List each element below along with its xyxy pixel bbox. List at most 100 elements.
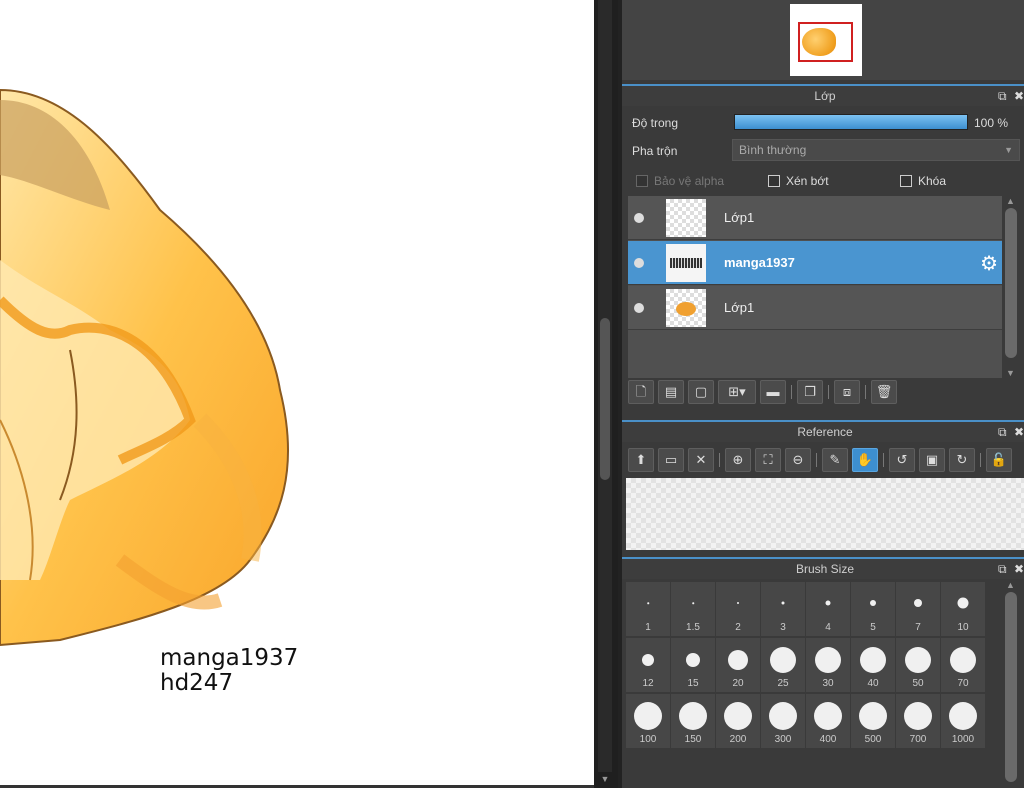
new-layer-icon[interactable]: 🗋 bbox=[628, 380, 654, 404]
undock-icon[interactable]: ⧉ bbox=[998, 562, 1007, 576]
brush-size-option[interactable]: 500 bbox=[851, 694, 895, 748]
rotate-left-icon[interactable]: ↺ bbox=[889, 448, 915, 472]
trash-icon[interactable]: 🗑 bbox=[871, 380, 897, 404]
brush-size-option[interactable]: 20 bbox=[716, 638, 760, 692]
brush-size-option[interactable]: 200 bbox=[716, 694, 760, 748]
brush-size-scrollbar[interactable]: ▲ bbox=[1002, 580, 1022, 788]
layer-row[interactable]: Lớp1 bbox=[628, 286, 1002, 330]
layer-row-selected[interactable]: manga1937 ⚙ bbox=[628, 241, 1002, 285]
brush-size-option[interactable]: 25 bbox=[761, 638, 805, 692]
brush-dot-icon bbox=[728, 650, 748, 670]
brush-size-option[interactable]: 150 bbox=[671, 694, 715, 748]
blend-mode-label: Pha trộn bbox=[632, 144, 678, 158]
duplicate-layer-icon[interactable]: ❐ bbox=[797, 380, 823, 404]
brush-dot-icon bbox=[642, 654, 654, 666]
navigator-thumbnail[interactable] bbox=[790, 4, 862, 76]
scrollbar-thumb[interactable] bbox=[1005, 592, 1017, 782]
layer-name: Lớp1 bbox=[724, 300, 755, 315]
visibility-icon[interactable] bbox=[634, 303, 644, 313]
scroll-down-arrow-icon[interactable]: ▼ bbox=[1006, 368, 1015, 378]
fit-screen-icon[interactable]: ⛶ bbox=[755, 448, 781, 472]
drawing-canvas[interactable]: manga1937 hd247 bbox=[0, 0, 594, 788]
blend-mode-select[interactable]: Bình thường ▼ bbox=[732, 139, 1020, 161]
brush-size-option[interactable]: 1 bbox=[626, 582, 670, 636]
separator bbox=[791, 385, 792, 399]
brush-size-option[interactable]: 30 bbox=[806, 638, 850, 692]
brush-size-option[interactable]: 15 bbox=[671, 638, 715, 692]
visibility-icon[interactable] bbox=[634, 213, 644, 223]
brush-size-option[interactable]: 2 bbox=[716, 582, 760, 636]
navigator-viewport-frame[interactable] bbox=[798, 22, 853, 62]
folder-icon[interactable]: ▬ bbox=[760, 380, 786, 404]
brush-size-option[interactable]: 40 bbox=[851, 638, 895, 692]
undock-icon[interactable]: ⧉ bbox=[998, 425, 1007, 439]
brush-size-option[interactable]: 100 bbox=[626, 694, 670, 748]
reference-panel-title: Reference bbox=[797, 425, 853, 439]
brush-size-option[interactable]: 10 bbox=[941, 582, 985, 636]
brush-size-option[interactable]: 50 bbox=[896, 638, 940, 692]
new-8bit-layer-icon[interactable]: ▤ bbox=[658, 380, 684, 404]
clipping-checkbox[interactable]: Xén bớt bbox=[768, 174, 829, 188]
brush-size-option[interactable]: 7 bbox=[896, 582, 940, 636]
gear-icon[interactable]: ⚙ bbox=[980, 251, 998, 276]
open-folder-icon[interactable]: ▭ bbox=[658, 448, 684, 472]
brush-size-option[interactable]: 70 bbox=[941, 638, 985, 692]
navigator-panel bbox=[622, 0, 1024, 80]
brush-size-value: 50 bbox=[912, 678, 924, 689]
brush-size-panel-title: Brush Size bbox=[795, 562, 855, 576]
brush-size-option[interactable]: 12 bbox=[626, 638, 670, 692]
close-icon[interactable]: ✕ bbox=[688, 448, 714, 472]
scrollbar-track[interactable] bbox=[598, 0, 612, 772]
brush-dot-icon bbox=[769, 702, 797, 730]
brush-size-option[interactable]: 400 bbox=[806, 694, 850, 748]
scroll-up-arrow-icon[interactable]: ▲ bbox=[1006, 196, 1015, 206]
brush-size-option[interactable]: 300 bbox=[761, 694, 805, 748]
scrollbar-thumb[interactable] bbox=[600, 318, 610, 480]
brush-size-option[interactable]: 1.5 bbox=[671, 582, 715, 636]
opacity-slider[interactable] bbox=[734, 114, 968, 130]
alpha-protect-checkbox[interactable]: Bảo vệ alpha bbox=[636, 174, 724, 188]
clipping-label: Xén bớt bbox=[786, 174, 829, 188]
eyedropper-icon[interactable]: ✎ bbox=[822, 448, 848, 472]
hand-icon[interactable]: ✋ bbox=[852, 448, 878, 472]
layer-panel-title: Lớp bbox=[814, 89, 836, 103]
opacity-value: 100 % bbox=[974, 116, 1009, 130]
brush-size-option[interactable]: 4 bbox=[806, 582, 850, 636]
zoom-in-icon[interactable]: ⊕ bbox=[725, 448, 751, 472]
reset-view-icon[interactable]: ▣ bbox=[919, 448, 945, 472]
scrollbar-thumb[interactable] bbox=[1005, 208, 1017, 358]
new-1bit-layer-icon[interactable]: ▢ bbox=[688, 380, 714, 404]
brush-size-value: 40 bbox=[867, 678, 879, 689]
brush-size-option[interactable]: 1000 bbox=[941, 694, 985, 748]
brush-size-option[interactable]: 3 bbox=[761, 582, 805, 636]
close-icon[interactable]: ✖ bbox=[1014, 89, 1024, 103]
close-icon[interactable]: ✖ bbox=[1014, 425, 1024, 439]
brush-size-panel-header: Brush Size ⧉ ✖ bbox=[622, 557, 1024, 579]
brush-size-value: 25 bbox=[777, 678, 789, 689]
canvas-scrollbar[interactable]: ▼ bbox=[594, 0, 618, 788]
blend-mode-value: Bình thường bbox=[739, 143, 807, 157]
brush-dot-icon bbox=[647, 602, 649, 604]
close-icon[interactable]: ✖ bbox=[1014, 562, 1024, 576]
lock-icon[interactable]: 🔓 bbox=[986, 448, 1012, 472]
layer-row[interactable]: Lớp1 bbox=[628, 196, 1002, 240]
brush-size-option[interactable]: 700 bbox=[896, 694, 940, 748]
reference-image-area[interactable] bbox=[626, 478, 1024, 550]
brush-dot-icon bbox=[860, 647, 886, 673]
merge-layer-icon[interactable]: ⧈ bbox=[834, 380, 860, 404]
brush-size-value: 400 bbox=[819, 734, 837, 745]
brush-dot-icon bbox=[957, 597, 969, 609]
lock-checkbox[interactable]: Khóa bbox=[900, 174, 946, 188]
add-layer-dropdown-icon[interactable]: ⊞▾ bbox=[718, 380, 756, 404]
brush-size-option[interactable]: 5 bbox=[851, 582, 895, 636]
upload-icon[interactable]: ⬆ bbox=[628, 448, 654, 472]
undock-icon[interactable]: ⧉ bbox=[998, 89, 1007, 103]
rotate-right-icon[interactable]: ↻ bbox=[949, 448, 975, 472]
layer-list-scrollbar[interactable]: ▲ ▼ bbox=[1002, 196, 1022, 378]
scroll-down-arrow-icon[interactable]: ▼ bbox=[598, 772, 612, 786]
visibility-icon[interactable] bbox=[634, 258, 644, 268]
scroll-up-arrow-icon[interactable]: ▲ bbox=[1006, 580, 1015, 590]
layer-panel-header: Lớp ⧉ ✖ bbox=[622, 84, 1024, 106]
zoom-out-icon[interactable]: ⊖ bbox=[785, 448, 811, 472]
brush-size-value: 30 bbox=[822, 678, 834, 689]
